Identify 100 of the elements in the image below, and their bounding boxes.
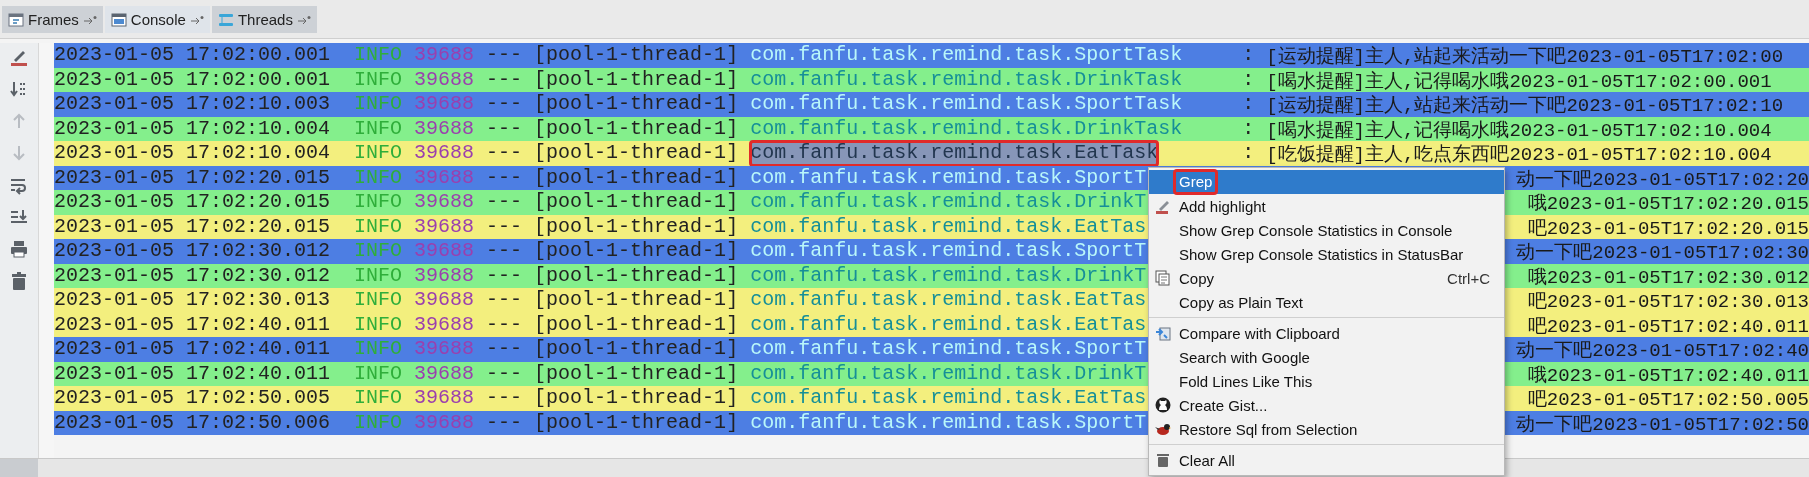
thread-name: [pool-1-thread-1] bbox=[534, 214, 739, 239]
highlighter-icon bbox=[1155, 198, 1171, 214]
print-icon[interactable] bbox=[9, 239, 29, 259]
log-level: INFO bbox=[354, 288, 403, 313]
timestamp: 2023-01-05 17:02:50.005 bbox=[54, 386, 331, 411]
timestamp: 2023-01-05 17:02:00.001 bbox=[54, 43, 331, 68]
timestamp: 2023-01-05 17:02:20.015 bbox=[54, 190, 331, 215]
logger-name: com.fanfu.task.remind.task.EatTask bbox=[750, 141, 1159, 166]
separator-text: --- bbox=[486, 239, 523, 264]
separator-text: --- bbox=[486, 214, 523, 239]
log-level: INFO bbox=[354, 263, 403, 288]
menu-item[interactable]: Grep bbox=[1149, 170, 1504, 194]
colon-text: : bbox=[1242, 116, 1256, 141]
menu-item[interactable]: Show Grep Console Statistics in Console bbox=[1149, 218, 1504, 242]
log-level: INFO bbox=[354, 92, 403, 117]
separator-text: --- bbox=[486, 386, 523, 411]
process-id: 39688 bbox=[414, 190, 475, 215]
frames-icon bbox=[8, 11, 24, 28]
menu-item[interactable]: Create Gist... bbox=[1149, 393, 1504, 417]
process-id: 39688 bbox=[414, 214, 475, 239]
thread-name: [pool-1-thread-1] bbox=[534, 288, 739, 313]
trash-icon[interactable] bbox=[9, 271, 29, 291]
timestamp: 2023-01-05 17:02:30.012 bbox=[54, 239, 331, 264]
timestamp: 2023-01-05 17:02:40.011 bbox=[54, 361, 331, 386]
process-id: 39688 bbox=[414, 337, 475, 362]
log-message: [运动提醒]主人,站起来活动一下吧2023-01-05T17:02:10 bbox=[1266, 94, 1784, 117]
timestamp: 2023-01-05 17:02:40.011 bbox=[54, 337, 331, 362]
separator-text: --- bbox=[486, 190, 523, 215]
trash-icon bbox=[1155, 452, 1171, 468]
thread-name: [pool-1-thread-1] bbox=[534, 239, 739, 264]
log-message: 吧2023-01-05T17:02:30.013 bbox=[1527, 290, 1809, 313]
log-message: 吧2023-01-05T17:02:50.005 bbox=[1527, 388, 1809, 411]
tab[interactable]: Frames bbox=[2, 6, 103, 33]
copy-icon bbox=[1155, 270, 1171, 286]
log-level: INFO bbox=[354, 410, 403, 435]
timestamp: 2023-01-05 17:02:30.013 bbox=[54, 288, 331, 313]
tab[interactable]: Console bbox=[104, 6, 210, 33]
logger-name: com.fanfu.task.remind.task.SportTask bbox=[750, 43, 1183, 68]
log-level: INFO bbox=[354, 312, 403, 337]
colon-text: : bbox=[1242, 67, 1256, 92]
log-level: INFO bbox=[354, 239, 403, 264]
process-id: 39688 bbox=[414, 386, 475, 411]
logger-name: com.fanfu.task.remind.task.EatTas bbox=[750, 386, 1147, 411]
thread-name: [pool-1-thread-1] bbox=[534, 361, 739, 386]
logger-name: com.fanfu.task.remind.task.DrinkT bbox=[750, 263, 1147, 288]
thread-name: [pool-1-thread-1] bbox=[534, 263, 739, 288]
process-id: 39688 bbox=[414, 312, 475, 337]
thread-name: [pool-1-thread-1] bbox=[534, 410, 739, 435]
log-level: INFO bbox=[354, 141, 403, 166]
separator-text: --- bbox=[486, 165, 523, 190]
thread-name: [pool-1-thread-1] bbox=[534, 337, 739, 362]
separator-text: --- bbox=[486, 361, 523, 386]
menu-item[interactable]: Compare with Clipboard bbox=[1149, 321, 1504, 345]
timestamp: 2023-01-05 17:02:10.004 bbox=[54, 116, 331, 141]
logger-name: com.fanfu.task.remind.task.SportT bbox=[750, 165, 1147, 190]
separator-text: --- bbox=[486, 116, 523, 141]
timestamp: 2023-01-05 17:02:00.001 bbox=[54, 67, 331, 92]
log-level: INFO bbox=[354, 190, 403, 215]
process-id: 39688 bbox=[414, 165, 475, 190]
timestamp: 2023-01-05 17:02:10.004 bbox=[54, 141, 331, 166]
logger-name: com.fanfu.task.remind.task.DrinkT bbox=[750, 190, 1147, 215]
log-message: 吧2023-01-05T17:02:20.015 bbox=[1527, 216, 1809, 239]
thread-name: [pool-1-thread-1] bbox=[534, 190, 739, 215]
log-level: INFO bbox=[354, 337, 403, 362]
menu-item[interactable]: Restore Sql from Selection bbox=[1149, 417, 1504, 441]
menu-item[interactable]: Add highlight bbox=[1149, 194, 1504, 218]
separator-text: --- bbox=[486, 410, 523, 435]
log-message: 动一下吧2023-01-05T17:02:30 bbox=[1516, 241, 1809, 264]
menu-item[interactable]: Search with Google bbox=[1149, 345, 1504, 369]
bird-icon bbox=[1155, 421, 1171, 437]
process-id: 39688 bbox=[414, 410, 475, 435]
process-id: 39688 bbox=[414, 239, 475, 264]
separator-text: --- bbox=[486, 263, 523, 288]
pin-icon bbox=[296, 14, 311, 25]
log-level: INFO bbox=[354, 361, 403, 386]
log-message: [吃饭提醒]主人,吃点东西吧2023-01-05T17:02:10.004 bbox=[1266, 143, 1772, 166]
log-message: 动一下吧2023-01-05T17:02:20 bbox=[1516, 167, 1809, 190]
separator-text: --- bbox=[486, 288, 523, 313]
menu-item[interactable]: Clear All bbox=[1149, 448, 1504, 472]
log-message: 动一下吧2023-01-05T17:02:50 bbox=[1516, 412, 1809, 435]
thread-name: [pool-1-thread-1] bbox=[534, 386, 739, 411]
menu-item[interactable]: Copy Ctrl+C bbox=[1149, 266, 1504, 290]
log-message: 动一下吧2023-01-05T17:02:40 bbox=[1516, 339, 1809, 362]
tab[interactable]: Threads bbox=[211, 6, 317, 33]
separator-text: --- bbox=[486, 43, 523, 68]
timestamp: 2023-01-05 17:02:50.006 bbox=[54, 410, 331, 435]
timestamp: 2023-01-05 17:02:40.011 bbox=[54, 312, 331, 337]
logger-name: com.fanfu.task.remind.task.SportT bbox=[750, 337, 1147, 362]
timestamp: 2023-01-05 17:02:20.015 bbox=[54, 214, 331, 239]
log-level: INFO bbox=[354, 116, 403, 141]
log-message: 吧2023-01-05T17:02:40.011 bbox=[1527, 314, 1809, 337]
thread-name: [pool-1-thread-1] bbox=[534, 141, 739, 166]
separator-text: --- bbox=[486, 312, 523, 337]
logger-name: com.fanfu.task.remind.task.DrinkTask bbox=[750, 116, 1183, 141]
menu-item[interactable]: Show Grep Console Statistics in StatusBar bbox=[1149, 242, 1504, 266]
logger-name: com.fanfu.task.remind.task.SportT bbox=[750, 239, 1147, 264]
process-id: 39688 bbox=[414, 67, 475, 92]
menu-item[interactable]: Copy as Plain Text bbox=[1149, 290, 1504, 314]
logger-name: com.fanfu.task.remind.task.EatTas bbox=[750, 288, 1147, 313]
menu-item[interactable]: Fold Lines Like This bbox=[1149, 369, 1504, 393]
